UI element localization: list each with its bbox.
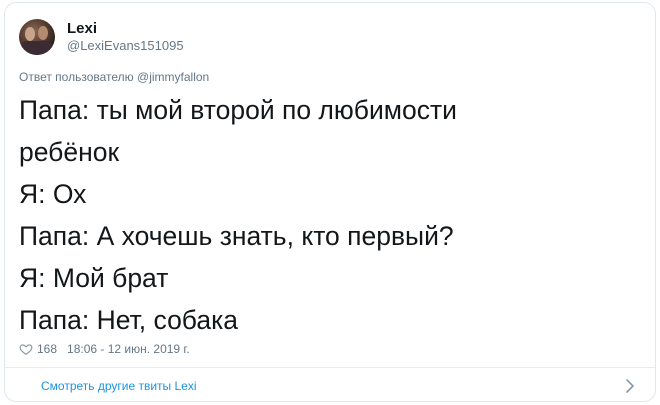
author-names: Lexi @LexiEvans151095 [67,20,184,54]
author-display-name[interactable]: Lexi [67,20,184,38]
tweet-header: Lexi @LexiEvans151095 [19,17,184,57]
tweet-line: Папа: Нет, собака [19,305,239,335]
tweet-line: Я: Ох [19,179,87,209]
tweet-timestamp[interactable]: 18:06 - 12 июн. 2019 г. [67,342,190,356]
chevron-right-icon[interactable] [625,379,635,393]
more-tweets-footer[interactable]: Смотреть другие твиты Lexi [5,368,655,401]
tweet-text: Папа: ты мой второй по любимости ребёнок… [19,89,639,341]
reply-to-line: Ответ пользователю @jimmyfallon [19,70,209,84]
reply-to-mention[interactable]: @jimmyfallon [137,70,209,84]
tweet-meta: 168 18:06 - 12 июн. 2019 г. [19,342,190,356]
heart-outline-icon[interactable] [19,342,33,356]
avatar-face-right [38,26,48,40]
like-count: 168 [37,342,58,356]
user-avatar[interactable] [19,19,55,55]
avatar-face-left [25,27,35,41]
tweet-line: Я: Мой брат [19,263,169,293]
author-handle[interactable]: @LexiEvans151095 [67,38,184,54]
tweet-card: Lexi @LexiEvans151095 Ответ пользователю… [4,2,656,402]
tweet-line: Папа: А хочешь знать, кто первый? [19,221,454,251]
avatar-shoulders [21,41,53,55]
tweet-line: ребёнок [19,137,120,167]
tweet-line: Папа: ты мой второй по любимости [19,95,457,125]
reply-to-prefix: Ответ пользователю [19,70,134,84]
more-tweets-link[interactable]: Смотреть другие твиты Lexi [41,379,197,393]
